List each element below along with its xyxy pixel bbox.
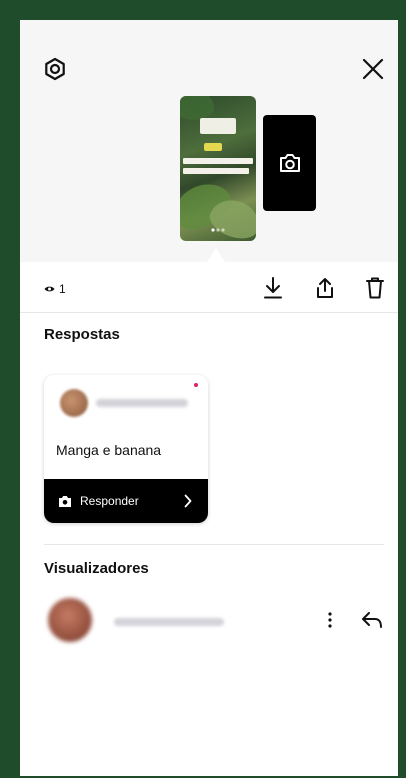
more-vertical-icon <box>328 612 332 628</box>
camera-icon <box>279 154 300 172</box>
thumbnail-sticker <box>204 143 222 151</box>
reply-action-button[interactable]: Responder <box>44 479 208 523</box>
thumbnail-text-card <box>200 118 236 134</box>
download-icon <box>264 277 282 299</box>
view-count: 1 <box>44 282 66 296</box>
viewer-row[interactable] <box>44 596 384 646</box>
reply-arrow-icon <box>362 612 382 628</box>
settings-button[interactable] <box>40 54 70 84</box>
avatar <box>48 598 92 642</box>
thumbnail-foliage <box>180 96 214 120</box>
trash-icon <box>366 277 384 299</box>
divider <box>20 312 398 313</box>
reply-text: Manga e banana <box>56 442 162 458</box>
delete-button[interactable] <box>360 272 390 304</box>
divider <box>44 544 384 545</box>
close-button[interactable] <box>356 52 390 86</box>
share-icon <box>317 278 333 298</box>
settings-icon <box>45 57 65 81</box>
story-toolbar <box>20 262 398 312</box>
download-button[interactable] <box>258 272 288 304</box>
reply-to-viewer-button[interactable] <box>358 606 386 634</box>
camera-icon <box>58 494 72 508</box>
viewer-name-blurred <box>114 618 224 626</box>
selection-pointer <box>207 248 225 262</box>
reply-card[interactable]: Manga e banana Responder <box>44 375 208 523</box>
add-story-camera-button[interactable] <box>263 115 316 211</box>
viewers-heading: Visualizadores <box>44 560 149 577</box>
thumbnail-caption <box>183 158 253 164</box>
chevron-right-icon <box>184 493 194 509</box>
more-options-button[interactable] <box>320 608 340 632</box>
replies-heading: Respostas <box>44 326 120 343</box>
story-insights-screen: 1 Respostas Manga e banana Responder Vis… <box>20 20 398 776</box>
story-thumbnail[interactable] <box>180 96 256 241</box>
thumbnail-page-dots <box>211 228 225 232</box>
reply-username-blurred <box>96 399 188 407</box>
reply-action-label: Responder <box>80 494 139 508</box>
view-count-value: 1 <box>59 282 66 296</box>
thumbnail-caption <box>183 168 249 174</box>
eye-icon <box>44 286 55 292</box>
close-icon <box>362 58 384 80</box>
unread-dot <box>194 383 198 387</box>
avatar <box>60 389 88 417</box>
device-frame: 1 Respostas Manga e banana Responder Vis… <box>6 6 400 776</box>
share-button[interactable] <box>310 272 340 304</box>
